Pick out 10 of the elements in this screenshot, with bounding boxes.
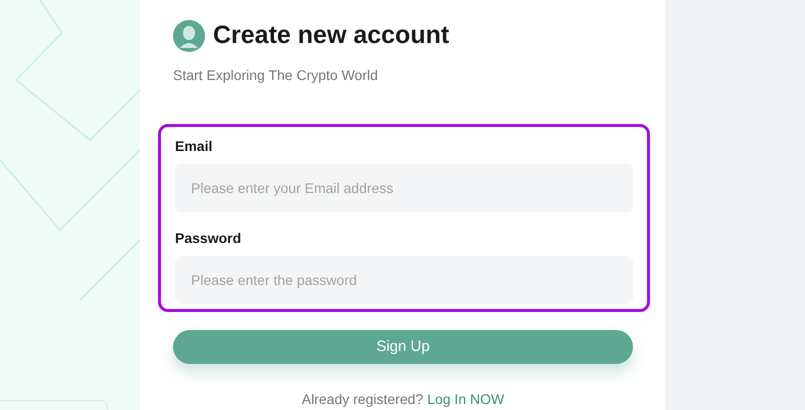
login-link[interactable]: Log In NOW [427,389,504,410]
input-field[interactable]: Please enter the password [175,256,633,304]
sign-up-button[interactable]: Sign Up [173,330,633,364]
page-title: Create new account [213,20,450,51]
field-label: Email [175,136,214,156]
field-label: Password [175,228,242,248]
input-field[interactable]: Please enter your Email address [175,164,633,212]
login-prompt: Already registered? [302,390,424,409]
subtitle: Start Exploring The Crypto World [173,66,379,85]
avatar-icon [173,20,205,52]
